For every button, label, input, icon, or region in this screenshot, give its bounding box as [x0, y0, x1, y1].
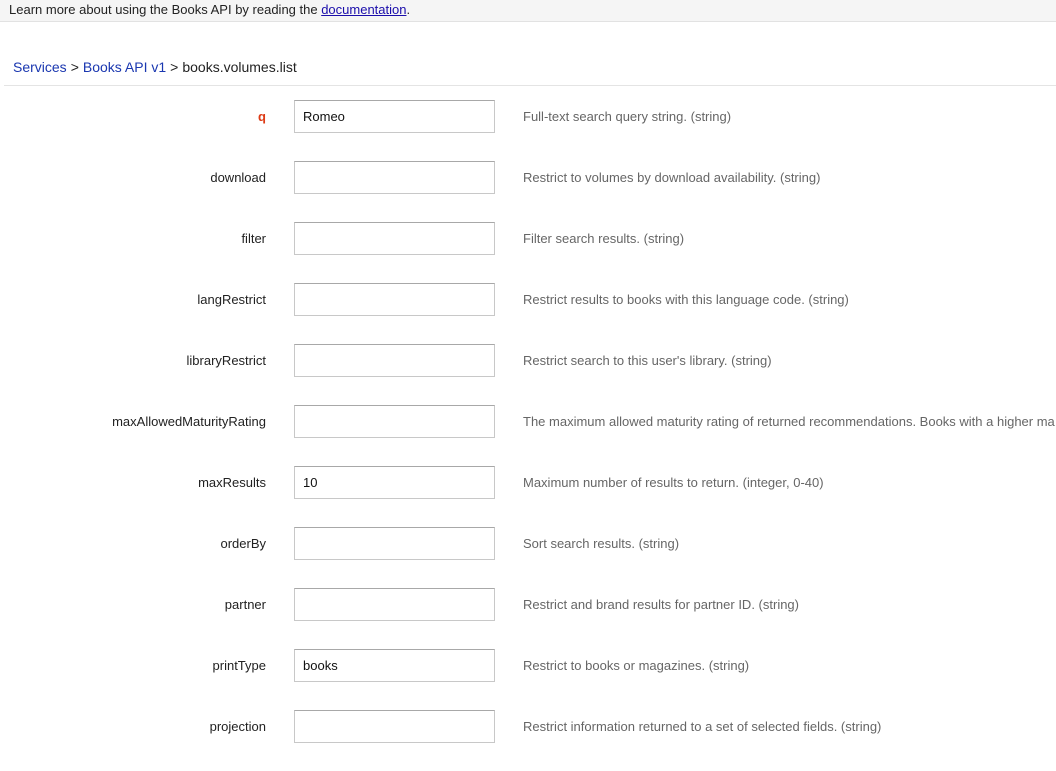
- param-row-projection: projection Restrict information returned…: [0, 710, 1056, 771]
- breadcrumb-services-link[interactable]: Services: [13, 59, 67, 75]
- param-row-orderby: orderBy Sort search results. (string): [0, 527, 1056, 588]
- breadcrumb-current-method: books.volumes.list: [182, 59, 297, 75]
- param-description-maxresults: Maximum number of results to return. (in…: [523, 475, 824, 490]
- param-row-maxallowedmaturityrating: maxAllowedMaturityRating The maximum all…: [0, 405, 1056, 466]
- param-row-libraryrestrict: libraryRestrict Restrict search to this …: [0, 344, 1056, 405]
- param-label-orderby: orderBy: [220, 536, 266, 551]
- param-label-langrestrict: langRestrict: [197, 292, 266, 307]
- param-input-langrestrict[interactable]: [294, 283, 495, 316]
- param-label-filter: filter: [241, 231, 266, 246]
- notice-text: Learn more about using the Books API by …: [9, 2, 322, 17]
- param-description-maxallowedmaturityrating: The maximum allowed maturity rating of r…: [523, 414, 1055, 429]
- notice-suffix: .: [406, 2, 411, 17]
- documentation-notice: Learn more about using the Books API by …: [0, 0, 1056, 22]
- notice-text-line: Learn more about using the Books API by …: [9, 3, 410, 16]
- documentation-link[interactable]: documentation: [321, 2, 406, 17]
- parameter-form: q Full-text search query string. (string…: [0, 100, 1056, 771]
- breadcrumb: Services > Books API v1 > books.volumes.list: [13, 59, 297, 75]
- param-label-maxresults: maxResults: [198, 475, 266, 490]
- breadcrumb-api-link[interactable]: Books API v1: [83, 59, 166, 75]
- param-input-maxallowedmaturityrating[interactable]: [294, 405, 495, 438]
- param-input-printtype[interactable]: [294, 649, 495, 682]
- param-input-orderby[interactable]: [294, 527, 495, 560]
- param-description-printtype: Restrict to books or magazines. (string): [523, 658, 750, 673]
- divider: [4, 85, 1056, 86]
- param-input-maxresults[interactable]: [294, 466, 495, 499]
- param-input-filter[interactable]: [294, 222, 495, 255]
- param-row-langrestrict: langRestrict Restrict results to books w…: [0, 283, 1056, 344]
- param-row-maxresults: maxResults Maximum number of results to …: [0, 466, 1056, 527]
- param-row-filter: filter Filter search results. (string): [0, 222, 1056, 283]
- param-label-maxallowedmaturityrating: maxAllowedMaturityRating: [112, 414, 266, 429]
- param-row-q: q Full-text search query string. (string…: [0, 100, 1056, 161]
- param-description-filter: Filter search results. (string): [523, 231, 685, 246]
- param-label-libraryrestrict: libraryRestrict: [186, 353, 266, 368]
- param-input-projection[interactable]: [294, 710, 495, 743]
- breadcrumb-separator: >: [170, 59, 179, 75]
- param-label-projection: projection: [209, 719, 266, 734]
- param-input-download[interactable]: [294, 161, 495, 194]
- breadcrumb-separator: >: [70, 59, 79, 75]
- param-input-libraryrestrict[interactable]: [294, 344, 495, 377]
- param-input-partner[interactable]: [294, 588, 495, 621]
- param-label-download: download: [210, 170, 266, 185]
- param-description-langrestrict: Restrict results to books with this lang…: [523, 292, 849, 307]
- param-description-orderby: Sort search results. (string): [523, 536, 680, 551]
- param-description-projection: Restrict information returned to a set o…: [523, 719, 882, 734]
- param-label-q: q: [258, 109, 266, 124]
- param-label-partner: partner: [224, 597, 266, 612]
- param-description-partner: Restrict and brand results for partner I…: [523, 597, 799, 612]
- param-description-download: Restrict to volumes by download availabi…: [523, 170, 821, 185]
- param-row-printtype: printType Restrict to books or magazines…: [0, 649, 1056, 710]
- param-row-partner: partner Restrict and brand results for p…: [0, 588, 1056, 649]
- param-description-libraryrestrict: Restrict search to this user's library. …: [523, 353, 772, 368]
- param-description-q: Full-text search query string. (string): [523, 109, 732, 124]
- param-row-download: download Restrict to volumes by download…: [0, 161, 1056, 222]
- param-input-q[interactable]: [294, 100, 495, 133]
- param-label-printtype: printType: [212, 658, 266, 673]
